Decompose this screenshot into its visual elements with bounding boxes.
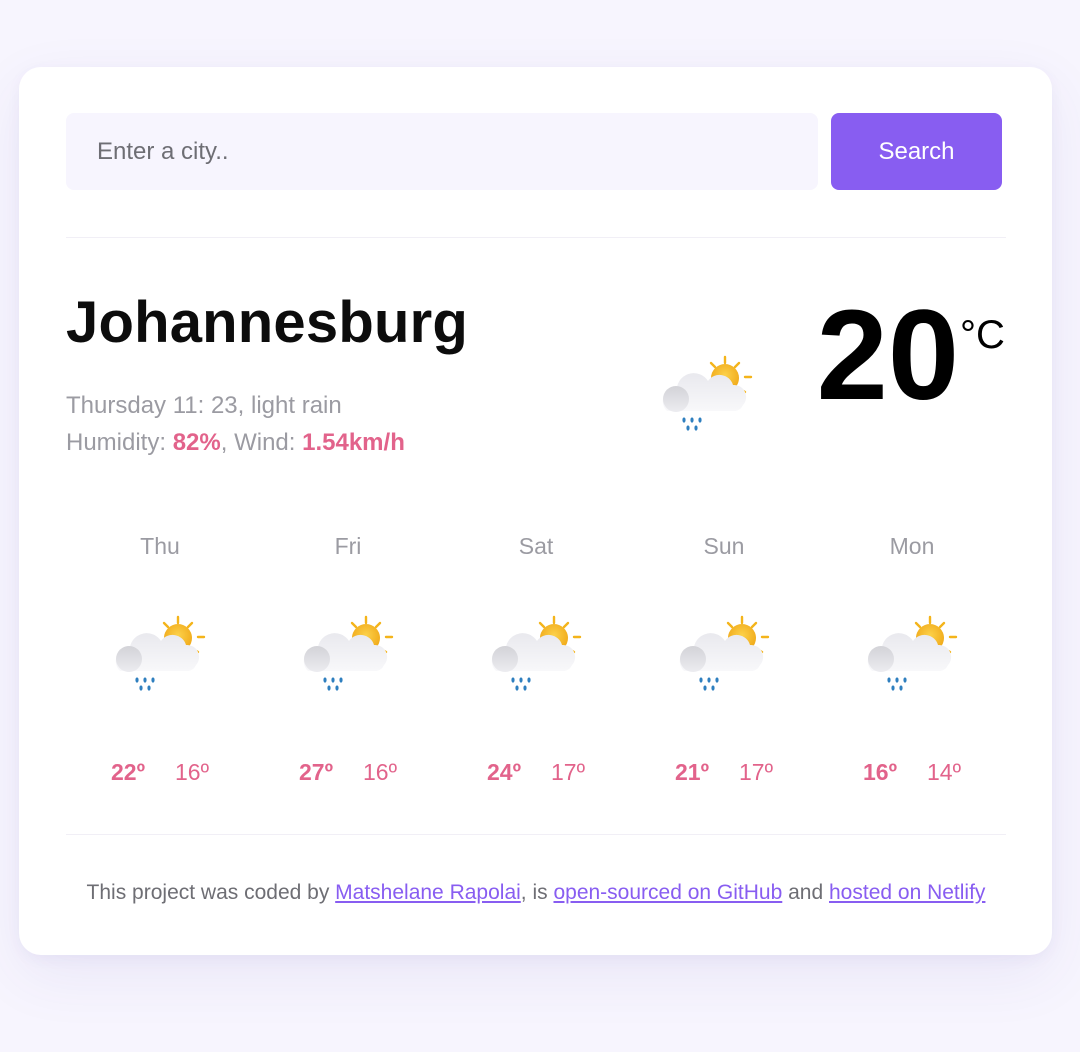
city-search-input[interactable] xyxy=(66,113,818,190)
search-button[interactable]: Search xyxy=(831,113,1002,190)
forecast-row: Thu 22º 16º Fri 27º 16º Sat 24º 17º Sun 21º… xyxy=(66,533,1006,793)
rain-partly-sunny-icon xyxy=(657,353,757,445)
forecast-max-temp: 27º xyxy=(299,759,333,785)
rain-partly-sunny-icon xyxy=(298,613,398,705)
forecast-max-temp: 21º xyxy=(675,759,709,785)
footer-middle: , is xyxy=(520,881,554,904)
date-description-line: Thursday 11: 23, light rain xyxy=(66,392,342,419)
city-name: Johannesburg xyxy=(66,290,468,355)
forecast-temps: 21º 17º xyxy=(630,759,818,786)
forecast-max-temp: 24º xyxy=(487,759,521,785)
forecast-min-temp: 17º xyxy=(739,759,773,785)
search-form: Search xyxy=(66,113,1002,190)
forecast-min-temp: 16º xyxy=(363,759,397,785)
temperature-unit: °C xyxy=(960,313,1005,357)
forecast-min-temp: 17º xyxy=(551,759,585,785)
humidity-label: Humidity: xyxy=(66,429,167,456)
footer-prefix: This project was coded by xyxy=(86,881,336,904)
rain-partly-sunny-icon xyxy=(486,613,586,705)
wind-value: 1.54km/h xyxy=(302,429,405,456)
current-temperature: 20 xyxy=(816,284,959,427)
bottom-divider xyxy=(66,834,1006,835)
humidity-value: 82% xyxy=(172,429,221,456)
rain-partly-sunny-icon xyxy=(110,613,210,705)
day-time: Thursday 11: 23 xyxy=(66,392,238,419)
forecast-temps: 24º 17º xyxy=(442,759,630,786)
footer-connector: and xyxy=(782,881,829,904)
footer: This project was coded by Matshelane Rap… xyxy=(66,881,1006,905)
forecast-day: Sat 24º 17º xyxy=(442,533,630,793)
rain-partly-sunny-icon xyxy=(862,613,962,705)
forecast-day-name: Fri xyxy=(334,533,362,559)
forecast-temps: 22º 16º xyxy=(66,759,254,786)
author-link[interactable]: Matshelane Rapolai xyxy=(335,881,521,904)
forecast-day: Thu 22º 16º xyxy=(66,533,254,793)
forecast-max-temp: 16º xyxy=(863,759,897,785)
weather-description: light rain xyxy=(251,392,342,419)
forecast-day-name: Sat xyxy=(518,533,554,559)
forecast-day-name: Mon xyxy=(889,533,935,559)
forecast-day-name: Sun xyxy=(703,533,745,559)
humidity-wind-line: Humidity: 82%, Wind: 1.54km/h xyxy=(66,429,405,456)
rain-partly-sunny-icon xyxy=(674,613,774,705)
wind-label: Wind: xyxy=(234,429,296,456)
netlify-link[interactable]: hosted on Netlify xyxy=(829,881,985,904)
top-divider xyxy=(66,237,1006,238)
weather-card: Search Johannesburg Thursday 11: 23, lig… xyxy=(19,67,1052,955)
github-link[interactable]: open-sourced on GitHub xyxy=(553,881,782,904)
forecast-day: Mon 16º 14º xyxy=(818,533,1006,793)
forecast-min-temp: 16º xyxy=(175,759,209,785)
forecast-temps: 16º 14º xyxy=(818,759,1006,786)
forecast-max-temp: 22º xyxy=(111,759,145,785)
forecast-day: Fri 27º 16º xyxy=(254,533,442,793)
forecast-temps: 27º 16º xyxy=(254,759,442,786)
forecast-min-temp: 14º xyxy=(927,759,961,785)
forecast-day-name: Thu xyxy=(140,533,180,559)
forecast-day: Sun 21º 17º xyxy=(630,533,818,793)
current-details: Thursday 11: 23, light rain Humidity: 82… xyxy=(66,387,405,461)
